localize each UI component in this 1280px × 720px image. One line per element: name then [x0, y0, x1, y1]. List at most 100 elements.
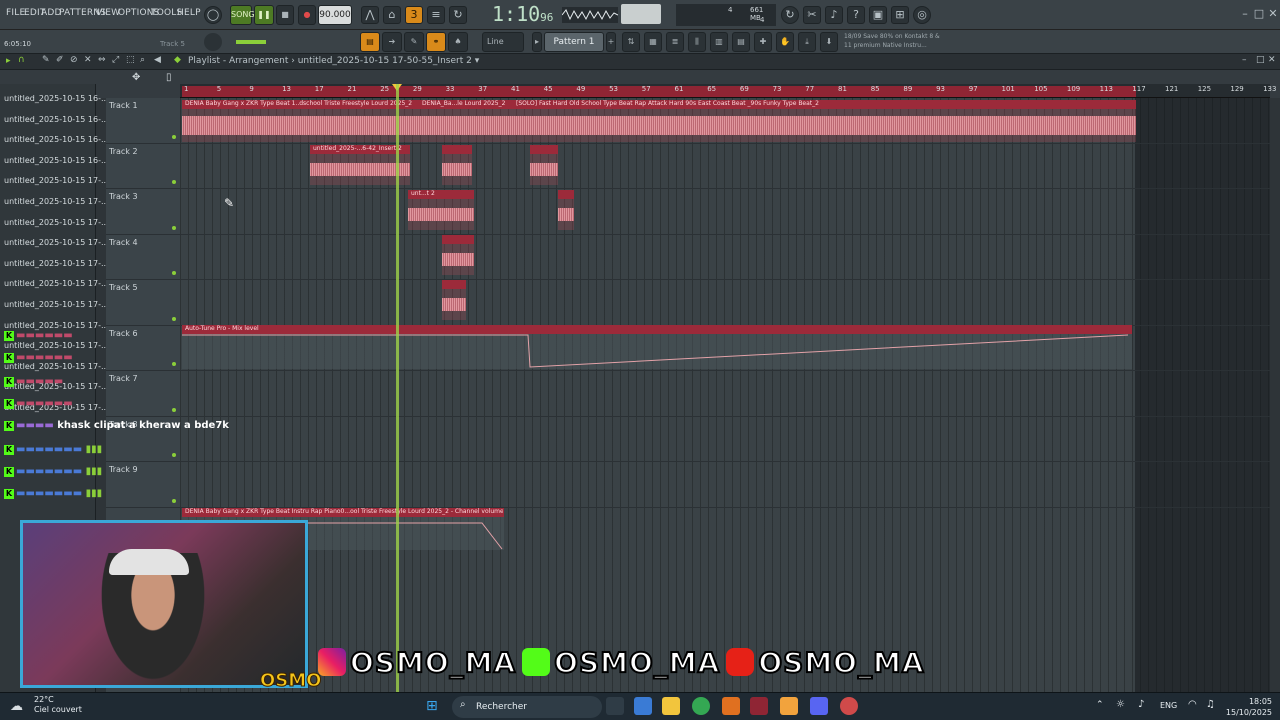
track-header[interactable]: Track 1: [106, 98, 180, 144]
browser-item[interactable]: untitled_2025-10-15 17-...: [4, 259, 109, 268]
app-icon[interactable]: [722, 697, 740, 715]
audio-clip-track3b[interactable]: [558, 190, 574, 230]
song-mode-toggle[interactable]: SONG: [230, 5, 255, 25]
track-enable-led[interactable]: [172, 271, 176, 275]
fl-studio-icon[interactable]: [780, 697, 798, 715]
tempo-display[interactable]: 90.000: [318, 5, 352, 25]
metronome-icon[interactable]: ⋀: [361, 6, 379, 24]
start-icon[interactable]: ⊞: [426, 698, 438, 714]
browser-item[interactable]: untitled_2025-10-15 17-...: [4, 300, 109, 309]
countdown-icon[interactable]: 3: [405, 6, 423, 24]
taskbar-clock[interactable]: 18:05 15/10/2025: [1226, 696, 1272, 718]
playlist-icon[interactable]: ▥: [710, 32, 728, 52]
mixer-faders-icon[interactable]: ⫼: [688, 32, 706, 52]
menu-view[interactable]: VIEW: [96, 8, 120, 18]
audio-clip-track2c[interactable]: [530, 145, 558, 185]
audio-clip-track2[interactable]: untitled_2025-...6-42_Insert 2: [310, 145, 410, 185]
task-view-icon[interactable]: [606, 697, 624, 715]
mute-tool-icon[interactable]: ✕: [84, 55, 92, 65]
weather-icon[interactable]: ☁: [10, 699, 23, 714]
undo-history-icon[interactable]: ↻: [781, 6, 799, 24]
playback-tool-icon[interactable]: ◀: [154, 55, 161, 65]
track-header[interactable]: Track 3: [106, 189, 180, 235]
playlist-close-icon[interactable]: ✕: [1268, 55, 1276, 65]
help-icon[interactable]: ?: [847, 6, 865, 24]
link-icon[interactable]: ⚭: [426, 32, 446, 52]
draw-tool-icon[interactable]: ✎: [404, 32, 424, 52]
arrangement-arrow-icon[interactable]: ◆: [174, 55, 181, 65]
weather-widget[interactable]: 22°C Ciel couvert: [34, 695, 82, 715]
record-mode-icon[interactable]: ◯: [204, 6, 222, 24]
automation-clip-track6[interactable]: Auto-Tune Pro - Mix level: [182, 325, 1132, 369]
snap-icon[interactable]: ▤: [360, 32, 380, 52]
track-header[interactable]: Track 4: [106, 235, 180, 280]
download-icon[interactable]: ⬇: [820, 32, 838, 52]
tray-chevron-icon[interactable]: ⌃: [1096, 700, 1104, 710]
track-header[interactable]: Track 2: [106, 144, 180, 189]
playlist-minimize-icon[interactable]: –: [1242, 55, 1247, 65]
delete-tool-icon[interactable]: ⊘: [70, 55, 78, 65]
brush-icon[interactable]: ✐: [56, 55, 64, 65]
audio-clip-track3[interactable]: unt...t 2: [408, 190, 474, 230]
snap-select[interactable]: Line: [482, 32, 524, 52]
plugin-picker-icon[interactable]: ✚: [754, 32, 772, 52]
magnet-icon[interactable]: ∩: [18, 55, 25, 65]
pause-button[interactable]: ❚❚: [254, 5, 274, 25]
touch-keyboard-icon[interactable]: ✋: [776, 32, 794, 52]
menu-file[interactable]: FILE: [6, 8, 25, 18]
browser-item[interactable]: untitled_2025-10-15 17-...: [4, 279, 109, 288]
track-lane[interactable]: [180, 189, 1270, 235]
track-lane[interactable]: [180, 417, 1270, 462]
track-enable-led[interactable]: [172, 316, 176, 321]
mixer-icon[interactable]: ⇅: [622, 32, 640, 52]
browser-item[interactable]: untitled_2025-10-15 16-...: [4, 135, 109, 144]
slip-tool-icon[interactable]: ⇔: [98, 55, 106, 65]
taskbar-search[interactable]: Rechercher: [452, 696, 602, 718]
stop-button[interactable]: ■: [276, 5, 294, 25]
record-button[interactable]: ●: [298, 5, 316, 25]
copilot-icon[interactable]: [634, 697, 652, 715]
playhead[interactable]: [396, 84, 399, 692]
loop-region[interactable]: [182, 86, 1136, 97]
track-lane[interactable]: [180, 462, 1270, 508]
scissor-icon[interactable]: ✂: [803, 6, 821, 24]
pencil-icon[interactable]: ✎: [42, 55, 50, 65]
slice-tool-icon[interactable]: ⤢: [112, 55, 119, 65]
track-lane[interactable]: [180, 280, 1270, 326]
playlist-grid[interactable]: DENIA Baby Gang x ZKR Type Beat 1..dscho…: [180, 98, 1270, 694]
network-icon[interactable]: ◠: [1188, 699, 1197, 710]
master-pitch-slider[interactable]: [236, 40, 266, 44]
browser-item[interactable]: untitled_2025-10-15 17-...: [4, 176, 109, 185]
file-explorer-icon[interactable]: [662, 697, 680, 715]
stamp-icon[interactable]: ♠: [448, 32, 468, 52]
tempo-tapper-icon[interactable]: ⤓: [798, 32, 816, 52]
chrome-icon[interactable]: [692, 697, 710, 715]
move-icon[interactable]: ✥: [132, 72, 140, 83]
browser-item[interactable]: untitled_2025-10-15 17-...: [4, 197, 109, 206]
pin-icon[interactable]: ▯: [166, 72, 172, 83]
playlist-menu-icon[interactable]: ▸: [6, 56, 11, 66]
menu-help[interactable]: HELP: [177, 8, 201, 18]
wait-input-icon[interactable]: ⌂: [383, 6, 401, 24]
arrow-tool-icon[interactable]: ➔: [382, 32, 402, 52]
discord-icon[interactable]: [810, 697, 828, 715]
browser-icon[interactable]: ▤: [732, 32, 750, 52]
save-icon[interactable]: ▣: [869, 6, 887, 24]
app-icon[interactable]: [750, 697, 768, 715]
pattern-add-icon[interactable]: +: [606, 32, 616, 52]
browser-item[interactable]: untitled_2025-10-15 16-...: [4, 115, 109, 124]
tray-app-icon[interactable]: ☼: [1116, 699, 1125, 710]
track-lane[interactable]: [180, 235, 1270, 280]
browser-item[interactable]: untitled_2025-10-15 17-...: [4, 218, 109, 227]
news-ticker[interactable]: 18/09 Save 80% on Kontakt 8 & 11 premium…: [844, 32, 948, 52]
browser-item[interactable]: untitled_2025-10-15 16-...: [4, 156, 109, 165]
select-tool-icon[interactable]: ⬚: [126, 55, 135, 65]
pattern-prev-icon[interactable]: ▸: [532, 32, 542, 52]
track-lane[interactable]: [180, 371, 1270, 417]
track-enable-led[interactable]: [172, 134, 176, 139]
chat-icon[interactable]: ◎: [913, 6, 931, 24]
browser-item[interactable]: untitled_2025-10-15 17-...: [4, 238, 109, 247]
step-edit-icon[interactable]: ≡: [427, 6, 445, 24]
track-enable-led[interactable]: [172, 180, 176, 184]
language-indicator[interactable]: ENG: [1160, 701, 1177, 710]
